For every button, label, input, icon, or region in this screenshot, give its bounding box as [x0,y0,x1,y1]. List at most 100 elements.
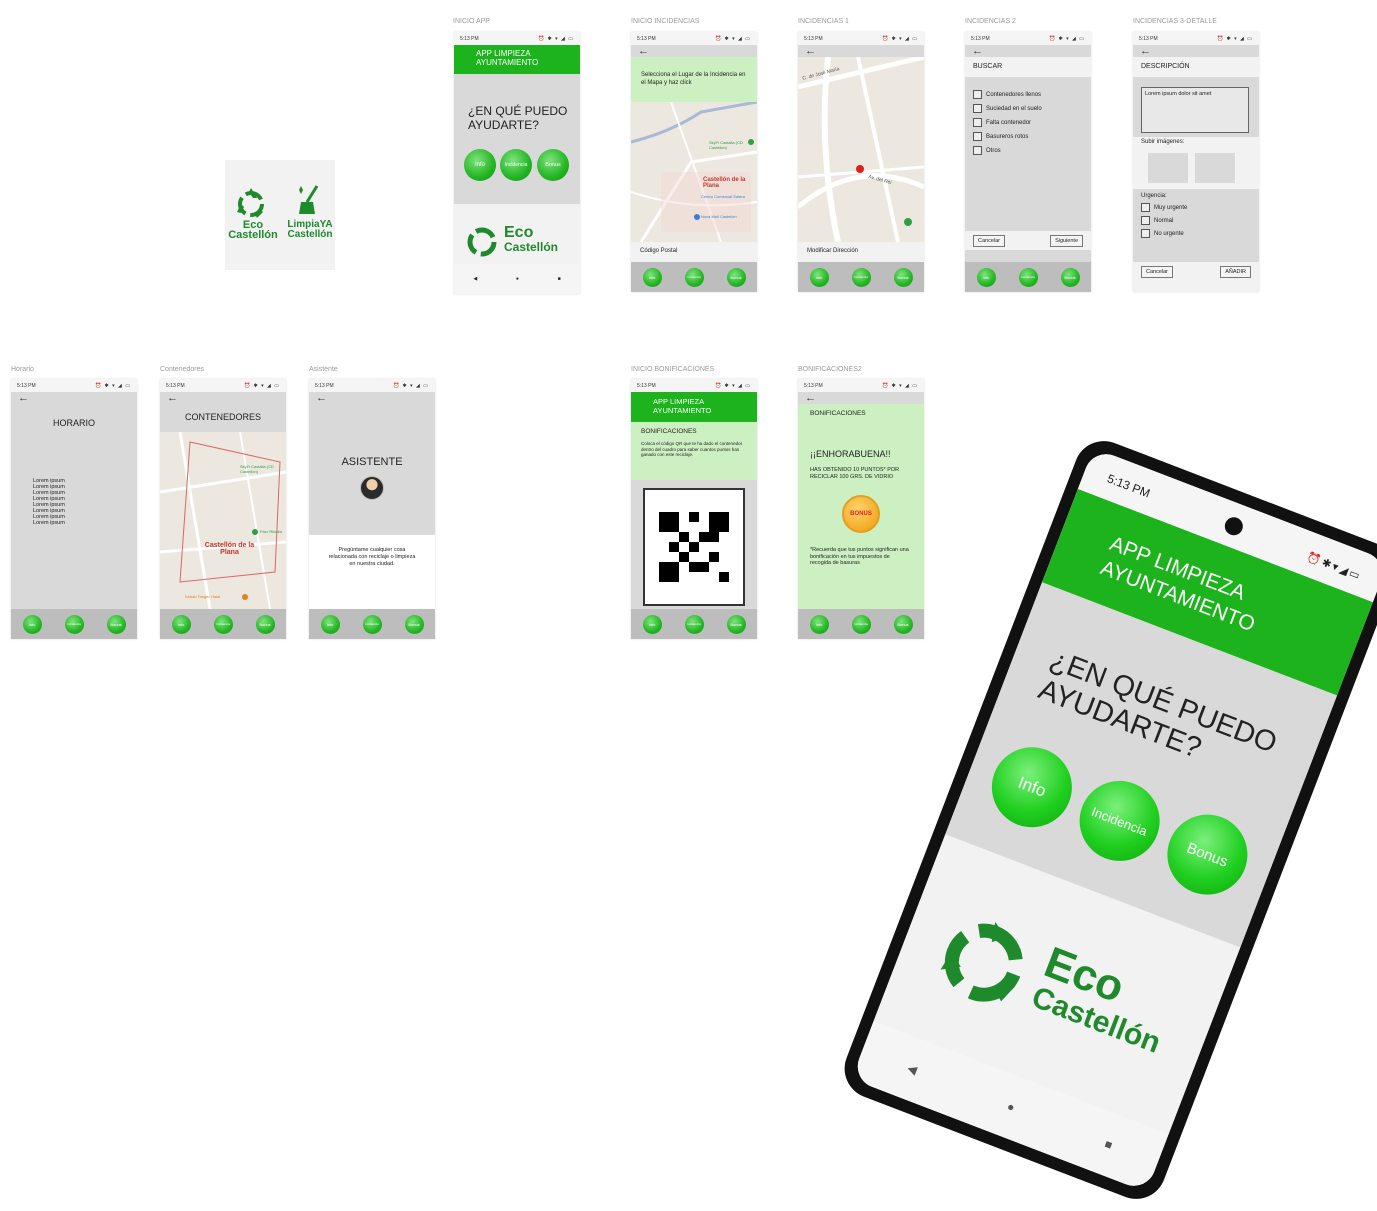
option-row[interactable]: Basureros rotos [973,132,1083,141]
page-title: ASISTENTE [341,456,403,468]
camera-icon [1222,514,1246,538]
modify-address-link[interactable]: Modificar Dirección [798,242,924,262]
back-arrow-icon[interactable]: ← [631,45,757,57]
option-row[interactable]: Contenedores llenos [973,90,1083,99]
city-map[interactable]: Castellón de la Plana SkyFi Castalia (CD… [631,102,757,242]
info-button[interactable]: Info [976,267,996,287]
mockup-incidencia-button[interactable]: Incidencia [1067,769,1172,873]
option-row[interactable]: Otros [973,146,1083,155]
schedule-list: Lorem ipsum Lorem ipsum Lorem ipsum Lore… [33,478,137,526]
checkbox[interactable] [973,146,982,155]
eco-text: Eco [504,224,534,241]
description-title: DESCRIPCIÓN [1133,57,1259,77]
checkbox[interactable] [973,104,982,113]
page-title: CONTENEDORES [184,412,261,422]
back-arrow-icon[interactable]: ← [965,45,1091,57]
option-row[interactable]: Suciedad en el suelo [973,104,1083,113]
search-title: BUSCAR [965,57,1091,77]
urgency-option[interactable]: No urgente [1141,229,1251,238]
bonus-button[interactable]: Bonus [537,149,569,181]
bottom-nav: Info Incidencia Bonus [160,609,286,639]
bonus-button[interactable]: Bonus [404,614,424,634]
instructions-text: Coloca el código QR que te ha dado el co… [641,441,743,457]
recents-nav-icon[interactable]: ■ [558,276,561,282]
back-nav-icon[interactable]: ◀ [905,1061,919,1077]
incidencia-button[interactable]: Incidencia [362,614,382,634]
frame-incidencias-2: 5:13 PM ⏰ ✱ ▾ ◢ ▭ ← BUSCAR Contenedores l… [965,32,1091,292]
bonus-panel: BONIFICACIONES ¡¡ENHORABUENA!! HAS OBTEN… [798,404,924,609]
incidencia-button[interactable]: Incidencia [64,614,84,634]
question-area: ¿EN QUÉ PUEDO AYUDARTE? Info Incidencia … [454,74,580,204]
home-nav-icon[interactable]: ● [516,276,519,282]
postal-code-field[interactable]: Código Postal [631,242,757,262]
info-button[interactable]: Info [171,614,191,634]
back-arrow-icon[interactable]: ← [798,45,924,57]
containers-map[interactable]: SkyFi Castalia (CD Castellón) Castellón … [160,432,286,609]
system-nav: ◀ ● ■ [454,264,580,294]
action-row: Cancelar Siguiente [965,231,1091,250]
incidencia-button[interactable]: Incidencia [684,614,704,634]
incidencia-button[interactable]: Incidencia [851,267,871,287]
urgency-option[interactable]: Muy urgente [1141,203,1251,212]
bonus-button[interactable]: Bonus [893,614,913,634]
checkbox[interactable] [1141,203,1150,212]
next-button[interactable]: Siguiente [1050,234,1083,247]
frame-label-bonificaciones2: BONIFICACIONES2 [798,366,862,373]
map-poi: SkyFi Castalia (CD Castellón) [240,464,274,474]
checkbox[interactable] [1141,216,1150,225]
urgency-option[interactable]: Normal [1141,216,1251,225]
frame-bonificaciones: 5:13 PM ⏰ ✱ ▾ ◢ ▭ APP LIMPIEZA AYUNTAMIEN… [631,379,757,639]
bonus-button[interactable]: Bonus [255,614,275,634]
cancel-button[interactable]: Cancelar [1141,266,1174,278]
checkbox[interactable] [973,118,982,127]
info-button[interactable]: Info [809,614,829,634]
info-button[interactable]: Info [642,614,662,634]
incidencia-button[interactable]: Incidencia [851,614,871,634]
status-bar: 5:13 PM ⏰ ✱ ▾ ◢ ▭ [309,379,435,392]
info-button[interactable]: Info [320,614,340,634]
image-slot[interactable] [1195,153,1235,183]
bonus-button[interactable]: Bonus [1060,267,1080,287]
bonus-button[interactable]: Bonus [106,614,126,634]
logo-card: Eco Castellón LimpiaYA Castellón [225,160,335,270]
info-button[interactable]: Info [809,267,829,287]
checkbox[interactable] [973,132,982,141]
checkbox[interactable] [1141,229,1150,238]
description-textarea[interactable]: Lorem ipsum dolor sit amet [1141,87,1249,133]
back-arrow-icon[interactable]: ← [798,392,924,404]
recents-nav-icon[interactable]: ■ [1103,1137,1115,1153]
urgency-section: Urgencia: Muy urgente Normal No urgente [1133,189,1259,257]
back-arrow-icon[interactable]: ← [160,392,286,404]
option-row[interactable]: Falta contenedor [973,118,1083,127]
mockup-bonus-button[interactable]: Bonus [1155,802,1260,907]
bottom-nav: Info Incidencia Bonus [309,609,435,639]
incidencia-button[interactable]: Incidencia [213,614,233,634]
back-arrow-icon[interactable]: ← [11,392,137,404]
recycle-icon [467,227,497,257]
bonus-button[interactable]: Bonus [726,267,746,287]
bonus-button[interactable]: Bonus [893,267,913,287]
schedule-line: Lorem ipsum [33,520,65,526]
reminder-text: *Recuerda que tus puntos significan una … [810,547,909,566]
frame-label-horario: Horario [11,366,34,373]
info-button[interactable]: Info [642,267,662,287]
home-nav-icon[interactable]: ● [1005,1099,1017,1115]
checkbox[interactable] [973,90,982,99]
back-nav-icon[interactable]: ◀ [473,276,477,282]
info-button[interactable]: Info [22,614,42,634]
incidencia-button[interactable]: Incidencia [500,149,532,181]
mockup-info-button[interactable]: Info [980,735,1084,839]
info-button[interactable]: Info [464,149,496,181]
back-arrow-icon[interactable]: ← [309,392,435,404]
street-map[interactable]: C. de José María Av. del Rei [798,57,924,242]
back-arrow-icon[interactable]: ← [1133,45,1259,57]
qr-scan-area[interactable] [643,488,745,606]
points-text: HAS OBTENIDO 10 PUNTOS* POR RECICLAR 100… [810,467,900,480]
cancel-button[interactable]: Cancelar [973,234,1006,247]
bonus-button[interactable]: Bonus [726,614,746,634]
image-slot[interactable] [1148,153,1188,183]
incidencia-button[interactable]: Incidencia [1018,267,1038,287]
incidencia-button[interactable]: Incidencia [684,267,704,287]
add-button[interactable]: AÑADIR [1220,266,1251,278]
instructions-box: BONIFICACIONES Coloca el código QR que t… [631,422,757,480]
